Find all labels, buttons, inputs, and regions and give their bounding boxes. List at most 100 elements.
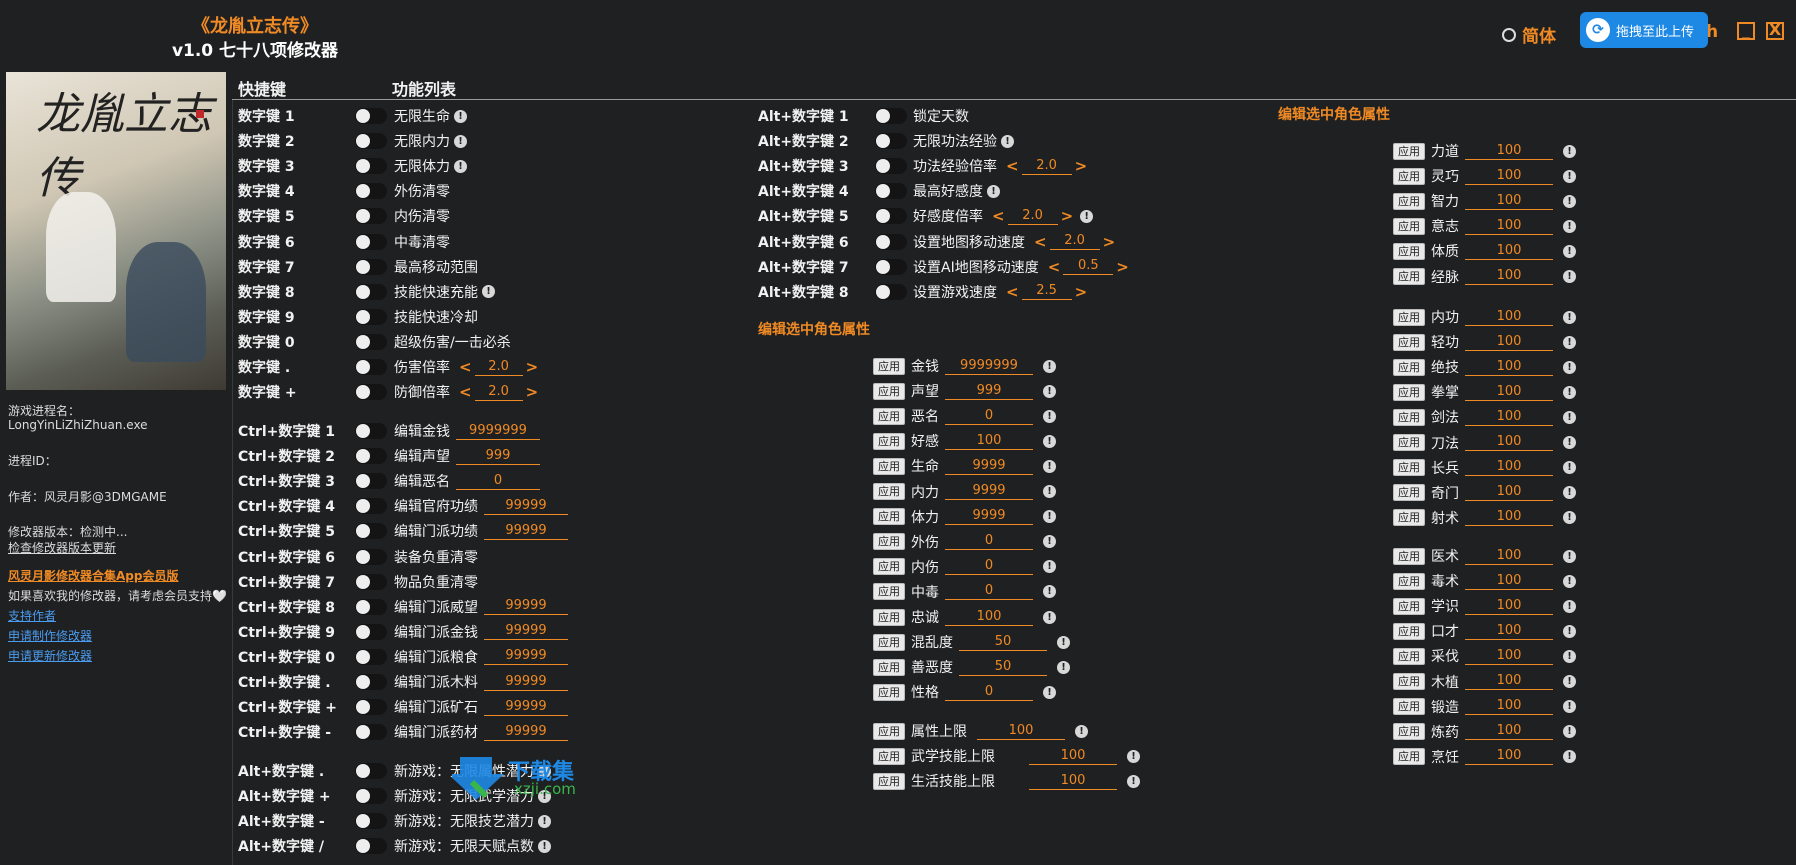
value-input[interactable]: 2.0 [1021,158,1072,175]
info-icon[interactable]: ! [1563,675,1576,688]
info-icon[interactable]: ! [1563,624,1576,638]
feature-toggle[interactable] [875,233,907,250]
feature-toggle[interactable] [355,473,387,490]
attribute-input[interactable]: 100 [977,723,1065,740]
attribute-input[interactable]: 100 [1465,359,1553,376]
feature-toggle[interactable] [355,674,387,690]
apply-button[interactable]: 应用 [1393,547,1425,565]
info-icon[interactable]: ! [1563,219,1576,233]
value-input[interactable]: 99999 [484,724,568,741]
value-input[interactable]: 99999 [484,674,568,691]
feature-toggle[interactable] [355,724,387,741]
attribute-input[interactable]: 100 [1465,723,1553,741]
check-update-link[interactable]: 检查修改器版本更新 [8,539,116,556]
feature-toggle[interactable] [355,598,387,615]
value-input[interactable]: 2.5 [1021,283,1072,301]
info-icon[interactable]: ! [1043,535,1056,549]
info-icon[interactable]: ! [1057,660,1070,674]
attribute-input[interactable]: 9999999 [945,358,1033,375]
info-icon[interactable]: ! [454,134,467,148]
attribute-input[interactable]: 50 [959,659,1047,676]
info-icon[interactable]: ! [1043,585,1056,599]
info-icon[interactable]: ! [1563,700,1576,714]
value-input[interactable]: 0.5 [1063,258,1114,276]
increase-arrow-icon[interactable]: > [1100,233,1119,251]
info-icon[interactable]: ! [1563,436,1576,449]
apply-button[interactable]: 应用 [873,558,905,576]
apply-button[interactable]: 应用 [873,722,905,740]
decrease-arrow-icon[interactable]: < [989,207,1008,225]
info-icon[interactable]: ! [1563,144,1576,158]
attribute-input[interactable]: 100 [1029,773,1117,790]
value-input[interactable]: 2.0 [474,384,523,401]
apply-button[interactable]: 应用 [1393,459,1425,477]
info-icon[interactable]: ! [1127,749,1140,763]
feature-toggle[interactable] [875,208,907,225]
feature-toggle[interactable] [355,108,387,124]
attribute-input[interactable]: 100 [1465,218,1553,235]
feature-toggle[interactable] [355,788,387,805]
increase-arrow-icon[interactable]: > [1058,207,1077,225]
info-icon[interactable]: ! [1563,244,1576,258]
feature-toggle[interactable] [355,763,387,779]
apply-button[interactable]: 应用 [1393,673,1425,690]
attribute-input[interactable]: 100 [1465,459,1553,477]
apply-button[interactable]: 应用 [1393,647,1425,665]
feature-toggle[interactable] [355,523,387,540]
feature-toggle[interactable] [355,648,387,665]
increase-arrow-icon[interactable]: > [523,358,542,376]
attribute-input[interactable]: 100 [1465,168,1553,185]
info-icon[interactable]: ! [1043,409,1056,423]
request-update-link[interactable]: 申请更新修改器 [8,647,92,664]
attribute-input[interactable]: 0 [945,408,1033,425]
info-icon[interactable]: ! [1043,459,1056,473]
value-input[interactable]: 99999 [484,523,568,540]
info-icon[interactable]: ! [1563,335,1576,349]
feature-toggle[interactable] [355,308,387,325]
apply-button[interactable]: 应用 [873,432,905,450]
info-icon[interactable]: ! [987,184,1000,198]
feature-toggle[interactable] [355,158,387,175]
info-icon[interactable]: ! [1563,486,1576,500]
value-input[interactable]: 0 [456,473,540,490]
info-icon[interactable]: ! [1563,649,1576,663]
info-icon[interactable]: ! [538,839,551,853]
attribute-input[interactable]: 100 [1465,673,1553,690]
decrease-arrow-icon[interactable]: < [456,358,475,376]
info-icon[interactable]: ! [1043,560,1056,574]
apply-button[interactable]: 应用 [873,747,905,765]
increase-arrow-icon[interactable]: > [1072,283,1091,301]
value-input[interactable]: 9999999 [456,423,540,440]
minimize-button[interactable]: _ [1737,22,1755,40]
info-icon[interactable]: ! [1075,724,1088,738]
info-icon[interactable]: ! [1563,511,1576,525]
feature-toggle[interactable] [355,359,387,375]
attribute-input[interactable]: 999 [945,383,1033,400]
increase-arrow-icon[interactable]: > [1072,157,1091,175]
info-icon[interactable]: ! [1563,549,1576,563]
value-input[interactable]: 99999 [484,699,568,716]
attribute-input[interactable]: 9999 [945,458,1033,475]
feature-toggle[interactable] [355,333,387,350]
attribute-input[interactable]: 100 [1465,143,1553,160]
apply-button[interactable]: 应用 [873,357,905,375]
apply-button[interactable]: 应用 [1393,242,1425,260]
apply-button[interactable]: 应用 [1393,268,1425,285]
attribute-input[interactable]: 100 [1465,509,1553,527]
attribute-input[interactable]: 50 [959,634,1047,651]
attribute-input[interactable]: 9999 [945,483,1033,500]
apply-button[interactable]: 应用 [1393,142,1425,160]
lang-simplified[interactable]: 简体 [1502,22,1556,47]
feature-toggle[interactable] [355,573,387,590]
value-input[interactable]: 99999 [484,623,568,641]
attribute-input[interactable]: 100 [1029,748,1117,765]
info-icon[interactable]: ! [1563,410,1576,424]
feature-toggle[interactable] [355,133,387,150]
info-icon[interactable]: ! [1563,574,1576,588]
close-button[interactable]: X [1766,22,1784,40]
feature-toggle[interactable] [355,448,387,465]
apply-button[interactable]: 应用 [1393,308,1425,326]
feature-toggle[interactable] [355,548,387,565]
apply-button[interactable]: 应用 [1393,358,1425,376]
info-icon[interactable]: ! [454,109,467,123]
